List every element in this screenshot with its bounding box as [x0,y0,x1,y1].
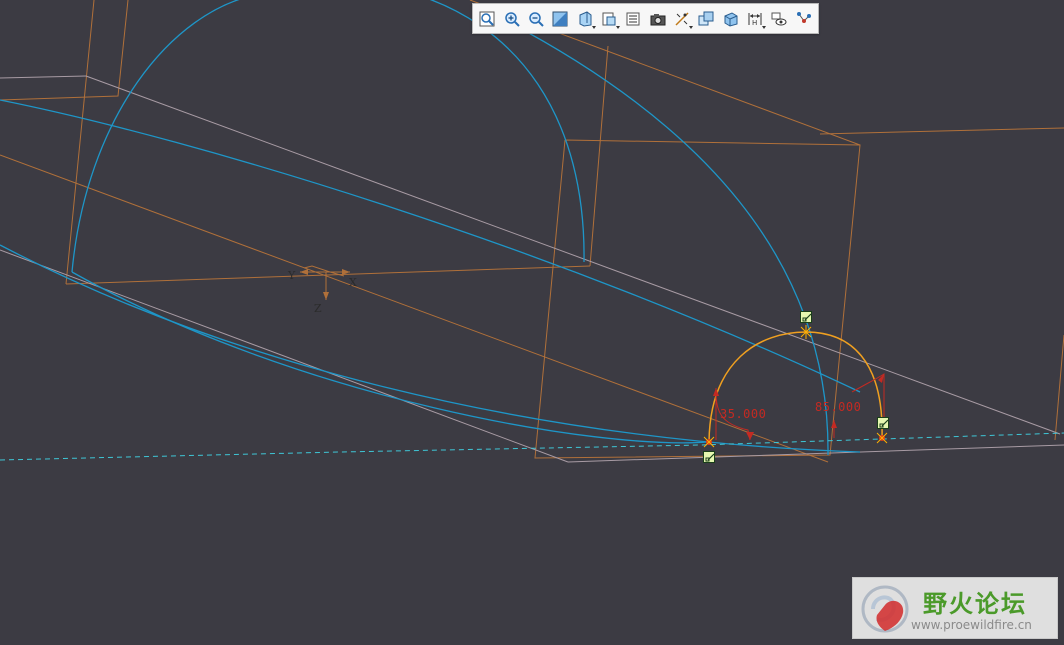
datum-plane-diagonal [0,154,829,463]
dimension-right-angle[interactable]: 85.000 [815,400,861,414]
sketch-display-icon [698,11,714,25]
centerline [0,432,1064,461]
dimension-display-button[interactable]: H [745,8,767,30]
repaint-button[interactable] [550,8,570,30]
vertex-display-icon [796,11,811,23]
arc-mid [429,0,585,263]
csys-z-label: Z [314,302,322,315]
dim-arrow-2 [746,432,754,440]
tangent-constraint-handle-top[interactable] [800,311,812,323]
forum-url: www.proewildfire.cn [911,618,1032,632]
zoom-out-button[interactable] [526,8,546,30]
datum-plane-right [534,139,861,459]
forum-logo-icon [861,585,909,633]
refit-icon [479,11,495,26]
datum-plane-mid-edge [589,45,609,267]
saved-views-icon [602,12,616,25]
csys-y-label: Y [288,269,296,282]
layers-icon [626,12,640,25]
repaint-icon [552,11,568,26]
view-toolbar: H [472,3,819,34]
camera-button[interactable] [648,8,668,30]
datum-plane-left-bottom [65,265,591,285]
edge-grey-top [0,75,87,79]
tangent-constraint-icon [879,419,889,428]
tangent-constraint-handle-right[interactable] [877,417,889,429]
dimension-display-icon: H [748,12,762,27]
sketch-display-button[interactable] [696,8,716,30]
edge-grey-lower [0,249,569,463]
datum-plane-top-left [0,0,129,101]
dim-arrow-4 [831,420,837,428]
datum-display-button[interactable] [672,8,694,30]
datum-plane-far-right-edge [1054,334,1064,441]
model-geometry [0,0,1064,463]
edge-blue-upper [0,99,861,393]
orient-sketch-button[interactable] [721,8,741,30]
graphics-window[interactable]: Y X Z 35.000 85.000 [0,0,1064,645]
edge-blue-bottom [71,271,709,444]
datum-plane-left-edge [65,0,95,285]
orient-sketch-icon [724,11,738,27]
camera-icon [650,13,666,25]
display-style-icon [579,10,592,27]
dimension-left-angle[interactable]: 35.000 [720,407,766,421]
refit-button[interactable] [477,8,497,30]
zoom-in-button[interactable] [501,8,521,30]
tangent-constraint-icon [705,453,715,462]
saved-views-button[interactable] [599,8,621,30]
tangent-constraint-handle-left[interactable] [703,451,715,463]
layers-button[interactable] [623,8,643,30]
zoom-in-icon [504,11,520,27]
datum-plane-far-right [819,127,1064,135]
svg-text:H: H [752,19,757,27]
edge-grey-bottom [567,444,1064,463]
arc-right [494,14,829,456]
csys-x-label: X [349,276,357,289]
constraint-display-button[interactable] [769,8,789,30]
arc-left [71,0,240,273]
datum-display-icon [675,11,689,26]
constraint-display-icon [771,12,787,25]
tangent-constraint-icon [802,313,812,322]
zoom-out-icon [529,11,544,27]
edge-grey-long [85,75,1061,435]
forum-title: 野火论坛 [923,590,1027,618]
forum-watermark: 野火论坛 www.proewildfire.cn [852,577,1058,639]
display-style-button[interactable] [574,8,596,30]
vertex-display-button[interactable] [794,8,814,30]
